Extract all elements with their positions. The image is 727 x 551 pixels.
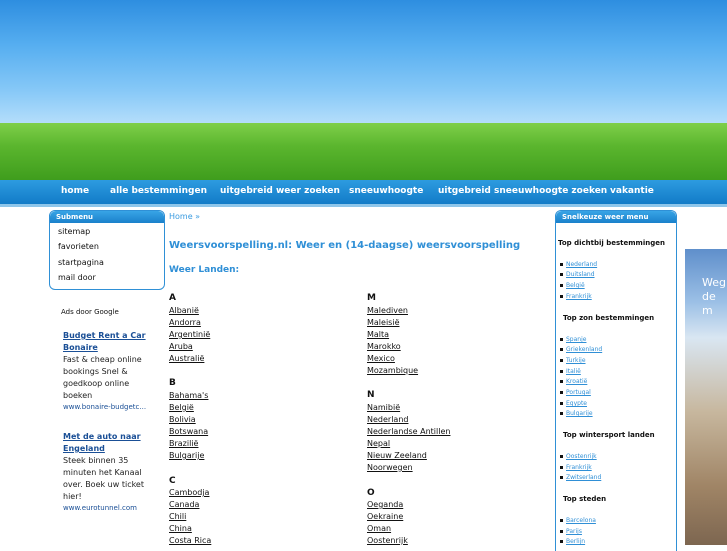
country-link[interactable]: Aruba [169, 342, 193, 351]
country-link[interactable]: België [169, 403, 194, 412]
quick-link[interactable]: Berlijn [559, 538, 585, 545]
country-link[interactable]: Cambodja [169, 488, 209, 497]
quick-group-title: Top steden [563, 495, 607, 503]
quick-link[interactable]: Nederland [559, 261, 597, 268]
quick-link[interactable]: Kroatië [559, 378, 587, 385]
submenu-item-sitemap[interactable]: sitemap [58, 227, 90, 236]
country-link[interactable]: Bahama's [169, 391, 208, 400]
country-link[interactable]: Mozambique [367, 366, 418, 375]
nav-uitgebreid-weer-zoeken[interactable]: uitgebreid weer zoeken [220, 186, 340, 196]
country-link[interactable]: Oostenrijk [367, 536, 408, 545]
nav-divider [0, 204, 727, 207]
country-link[interactable]: Bolivia [169, 415, 196, 424]
country-link[interactable]: Oekraine [367, 512, 403, 521]
submenu-title: Submenu [50, 211, 164, 223]
country-link[interactable]: Botswana [169, 427, 208, 436]
letter-heading: A [169, 293, 176, 303]
ad-title[interactable]: Met de auto naar Engeland [63, 431, 150, 455]
country-link[interactable]: Argentinië [169, 330, 210, 339]
ad-url[interactable]: www.bonaire-budgetc... [63, 402, 150, 413]
section-title: Weer Landen: [169, 265, 240, 275]
nav-alle-bestemmingen[interactable]: alle bestemmingen [110, 186, 207, 196]
submenu-item-mail-door[interactable]: mail door [58, 273, 96, 282]
header-grass-banner [0, 123, 727, 180]
submenu-item-startpagina[interactable]: startpagina [58, 258, 104, 267]
quick-link[interactable]: Turkije [560, 357, 586, 364]
country-link[interactable]: Nepal [367, 439, 390, 448]
quick-link[interactable]: Egypte [559, 400, 587, 407]
country-link[interactable]: Oman [367, 524, 391, 533]
main-nav: home alle bestemmingen uitgebreid weer z… [0, 180, 727, 204]
quick-group-title: Top dichtbij bestemmingen [558, 239, 665, 247]
quick-link[interactable]: Spanje [559, 336, 586, 343]
country-link[interactable]: Australië [169, 354, 204, 363]
breadcrumb[interactable]: Home » [169, 212, 200, 221]
quick-link[interactable]: Zwitserland [559, 474, 601, 481]
country-link[interactable]: Malediven [367, 306, 408, 315]
country-link[interactable]: Nederlandse Antillen [367, 427, 450, 436]
page-title: Weersvoorspelling.nl: Weer en (14-daagse… [169, 240, 521, 251]
quick-link[interactable]: Frankrijk [560, 464, 592, 471]
country-link[interactable]: Nieuw Zeeland [367, 451, 427, 460]
quick-group-title: Top wintersport landen [563, 431, 655, 439]
quick-link[interactable]: Parijs [560, 528, 582, 535]
country-link[interactable]: Mexico [367, 354, 395, 363]
country-link[interactable]: Chili [169, 512, 186, 521]
country-link[interactable]: Malta [367, 330, 389, 339]
country-link[interactable]: Noorwegen [367, 463, 413, 472]
letter-heading: M [367, 293, 376, 303]
quick-menu-title: Snelkeuze weer menu [556, 211, 676, 223]
quick-link[interactable]: Oostenrijk [560, 453, 597, 460]
letter-heading: N [367, 390, 375, 400]
nav-vakantie[interactable]: vakantie [610, 186, 654, 196]
quick-link[interactable]: Portugal [560, 389, 591, 396]
country-link[interactable]: Oeganda [367, 500, 403, 509]
submenu-item-favorieten[interactable]: favorieten [58, 242, 99, 251]
quick-link[interactable]: Bulgarije [560, 410, 593, 417]
country-link[interactable]: Canada [169, 500, 199, 509]
country-link[interactable]: Costa Rica [169, 536, 211, 545]
nav-sneeuwhoogte[interactable]: sneeuwhoogte [349, 186, 423, 196]
country-link[interactable]: China [169, 524, 192, 533]
quick-link[interactable]: België [560, 282, 585, 289]
letter-heading: B [169, 378, 176, 388]
country-link[interactable]: Nederland [367, 415, 408, 424]
country-link[interactable]: Andorra [169, 318, 201, 327]
quick-link[interactable]: Barcelona [560, 517, 596, 524]
nav-home[interactable]: home [61, 186, 89, 196]
ad-title[interactable]: Budget Rent a Car Bonaire [63, 330, 150, 354]
nav-uitgebreid-sneeuwhoogte-zoeken[interactable]: uitgebreid sneeuwhoogte zoeken [438, 186, 607, 196]
quick-link[interactable]: Frankrijk [560, 293, 592, 300]
ad-text: Steek binnen 35 minuten het Kanaal over.… [63, 456, 144, 501]
country-link[interactable]: Bulgarije [169, 451, 204, 460]
google-ads: Ads door Google Budget Rent a Car Bonair… [58, 305, 150, 545]
ad-text: Fast & cheap online bookings Snel & goed… [63, 355, 142, 400]
letter-heading: O [367, 488, 375, 498]
quick-link[interactable]: Duitsland [560, 271, 595, 278]
country-link[interactable]: Albanië [169, 306, 199, 315]
letter-heading: C [169, 476, 176, 486]
submenu-box: Submenu sitemap favorieten startpagina m… [49, 210, 165, 290]
quick-link[interactable]: Griekenland [559, 346, 602, 353]
country-link[interactable]: Marokko [367, 342, 401, 351]
quick-link[interactable]: Italië [560, 368, 581, 375]
photo-banner-text: Weg de m [702, 276, 726, 317]
ad-url[interactable]: www.eurotunnel.com [63, 503, 150, 514]
country-link[interactable]: Maleisië [367, 318, 399, 327]
country-link[interactable]: Namibië [367, 403, 400, 412]
quick-group-title: Top zon bestemmingen [563, 314, 655, 322]
country-link[interactable]: Brazilië [169, 439, 198, 448]
ads-label: Ads door Google [61, 308, 119, 316]
